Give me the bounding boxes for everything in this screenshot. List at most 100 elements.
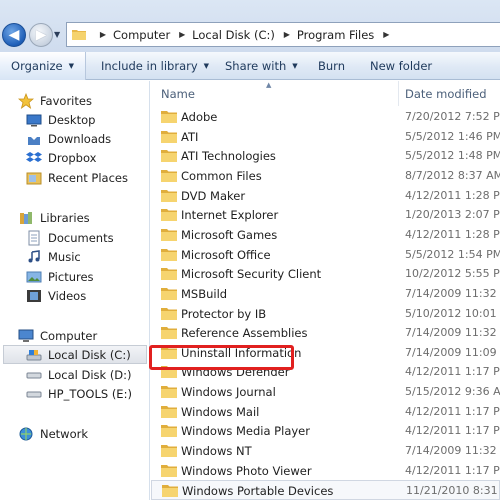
star-icon (18, 92, 34, 109)
nav-dropbox[interactable]: Dropbox (0, 148, 150, 167)
downloads-icon (26, 131, 42, 147)
back-button[interactable]: ◀ (2, 23, 26, 47)
organize-label: Organize (11, 59, 63, 73)
back-arrow-icon: ◀ (8, 27, 20, 43)
file-name: ATI Technologies (181, 149, 276, 164)
file-row[interactable]: Microsoft Security Client 10/2/2012 5:55 … (151, 264, 500, 284)
file-name: Microsoft Security Client (181, 267, 322, 282)
nav-downloads[interactable]: Downloads (0, 129, 150, 148)
breadcrumb-computer[interactable]: Computer (113, 28, 170, 42)
file-date-modified: 4/12/2011 1:17 PM (405, 463, 500, 477)
folder-icon (161, 169, 177, 182)
breadcrumb-separator-icon[interactable]: ▶ (97, 30, 109, 39)
recent-places-icon (26, 170, 42, 186)
file-row[interactable]: Common Files 8/7/2012 8:37 AM (151, 166, 500, 186)
burn-label: Burn (318, 59, 345, 73)
breadcrumb-local-disk[interactable]: Local Disk (C:) (192, 28, 275, 42)
file-row[interactable]: Windows Photo Viewer 4/12/2011 1:17 PM (151, 461, 500, 481)
nav-local-disk-c[interactable]: Local Disk (C:) (3, 345, 147, 364)
new-folder-button[interactable]: New folder (370, 52, 432, 80)
network-icon (18, 426, 34, 442)
organize-button[interactable]: Organize ▼ (0, 52, 86, 80)
file-row[interactable]: MSBuild 7/14/2009 11:32 AM (151, 284, 500, 304)
forward-arrow-icon: ▶ (35, 27, 47, 43)
breadcrumb-separator-icon[interactable]: ▶ (281, 30, 293, 39)
column-name-header[interactable]: Name (161, 87, 195, 101)
dropbox-icon (26, 150, 42, 166)
drive-icon (26, 386, 42, 402)
file-name: MSBuild (181, 286, 228, 301)
recent-pages-dropdown-icon[interactable]: ▼ (54, 30, 64, 40)
nav-hp-tools-e[interactable]: HP_TOOLS (E:) (0, 384, 150, 403)
file-row[interactable]: ATI Technologies 5/5/2012 1:48 PM (151, 146, 500, 166)
file-row[interactable]: ATI 5/5/2012 1:46 PM (151, 127, 500, 147)
nav-desktop[interactable]: Desktop (0, 110, 150, 129)
nav-network[interactable]: Network (0, 424, 150, 443)
file-row[interactable]: Microsoft Games 4/12/2011 1:28 PM (151, 225, 500, 245)
nav-videos[interactable]: Videos (0, 286, 150, 305)
nav-music[interactable]: Music (0, 247, 150, 266)
new-folder-label: New folder (370, 59, 433, 73)
nav-computer[interactable]: Computer (0, 326, 150, 345)
nav-local-disk-d[interactable]: Local Disk (D:) (0, 365, 150, 384)
breadcrumb-program-files[interactable]: Program Files (297, 28, 374, 42)
file-date-modified: 1/20/2013 2:07 PM (405, 208, 500, 222)
music-icon (26, 249, 42, 265)
include-in-library-button[interactable]: Include in library ▼ (101, 52, 209, 80)
nav-local-disk-c-label: Local Disk (C:) (48, 347, 131, 362)
drive-icon (26, 367, 42, 383)
file-date-modified: 5/5/2012 1:46 PM (405, 129, 500, 143)
file-row[interactable]: Windows NT 7/14/2009 11:32 AM (151, 441, 500, 461)
file-row[interactable]: Reference Assemblies 7/14/2009 11:32 AM (151, 323, 500, 343)
burn-button[interactable]: Burn (318, 52, 345, 80)
file-row[interactable]: Windows Mail 4/12/2011 1:17 PM (151, 402, 500, 422)
file-row[interactable]: DVD Maker 4/12/2011 1:28 PM (151, 186, 500, 206)
nav-favorites[interactable]: Favorites (0, 91, 150, 110)
folder-icon (161, 327, 177, 340)
nav-dropbox-label: Dropbox (48, 150, 97, 165)
file-name: Adobe (181, 110, 218, 124)
include-in-library-label: Include in library (101, 59, 198, 73)
folder-icon (162, 485, 178, 498)
desktop-icon (26, 112, 42, 128)
file-row[interactable]: Windows Portable Devices 11/21/2010 8:31 … (151, 480, 500, 500)
file-date-modified: 4/12/2011 1:17 PM (405, 424, 500, 438)
column-divider[interactable] (398, 81, 399, 106)
nav-documents[interactable]: Documents (0, 228, 150, 247)
file-date-modified: 5/10/2012 10:01 AM (405, 306, 500, 320)
computer-icon (18, 328, 34, 344)
file-row[interactable]: Windows Media Player 4/12/2011 1:17 PM (151, 421, 500, 441)
file-row[interactable]: Internet Explorer 1/20/2013 2:07 PM (151, 205, 500, 225)
forward-button[interactable]: ▶ (29, 23, 53, 47)
column-date-modified-header[interactable]: Date modified (405, 87, 487, 101)
breadcrumb-separator-icon[interactable]: ▶ (176, 30, 188, 39)
file-date-modified: 7/20/2012 7:52 PM (405, 110, 500, 123)
file-row[interactable]: Microsoft Office 5/5/2012 1:54 PM (151, 245, 500, 265)
annotation-highlight (149, 345, 294, 370)
address-bar[interactable]: ▶ Computer ▶ Local Disk (C:) ▶ Program F… (66, 22, 500, 47)
nav-recent-places[interactable]: Recent Places (0, 168, 150, 187)
nav-documents-label: Documents (48, 230, 114, 245)
nav-desktop-label: Desktop (48, 112, 96, 127)
share-with-label: Share with (225, 59, 287, 73)
sort-caret-icon: ▲ (266, 81, 272, 89)
file-date-modified: 5/5/2012 1:48 PM (405, 149, 500, 163)
folder-icon (161, 248, 177, 261)
nav-libraries-label: Libraries (40, 210, 90, 225)
nav-music-label: Music (48, 249, 81, 264)
explorer-window: ◀ ▶ ▼ ▶ Computer ▶ Local Disk (C:) ▶ Pro… (0, 0, 500, 500)
file-row[interactable]: Protector by IB 5/10/2012 10:01 AM (151, 304, 500, 324)
share-with-button[interactable]: Share with ▼ (225, 52, 298, 80)
breadcrumb-separator-icon[interactable]: ▶ (380, 30, 392, 39)
folder-icon (161, 405, 177, 418)
file-name: Windows Photo Viewer (181, 463, 312, 478)
nav-pictures[interactable]: Pictures (0, 267, 150, 286)
file-name: Microsoft Office (181, 247, 271, 262)
nav-recent-places-label: Recent Places (48, 170, 128, 185)
file-row[interactable]: Adobe 7/20/2012 7:52 PM (151, 107, 500, 127)
libraries-icon (18, 210, 34, 226)
file-date-modified: 7/14/2009 11:32 AM (405, 326, 500, 340)
nav-libraries[interactable]: Libraries (0, 208, 150, 227)
file-row[interactable]: Windows Journal 5/15/2012 9:36 AM (151, 382, 500, 402)
file-name: Windows NT (181, 444, 252, 459)
